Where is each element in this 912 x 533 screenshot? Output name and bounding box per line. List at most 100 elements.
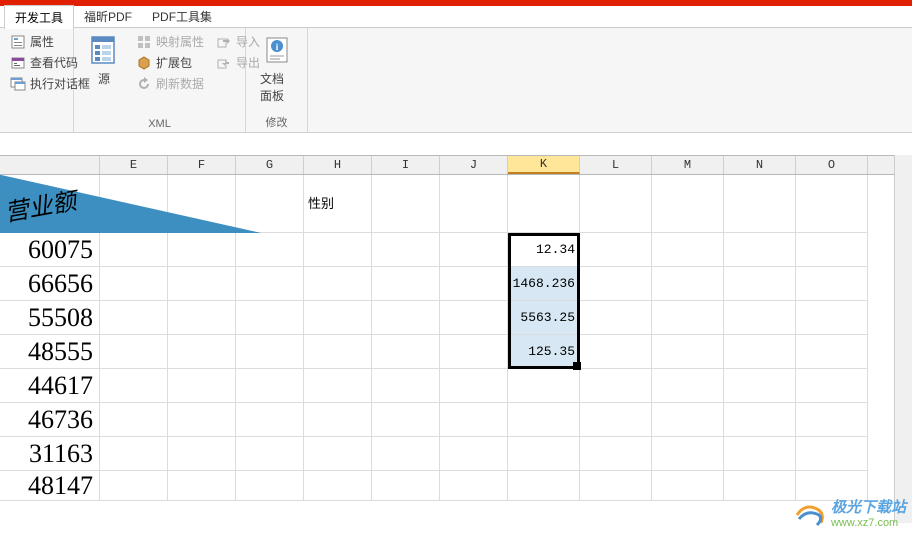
cell[interactable] <box>168 233 236 267</box>
col-hdr-l[interactable]: L <box>580 156 652 174</box>
grid[interactable]: 营业额 性别 60075 12.34 <box>0 175 912 523</box>
cell[interactable] <box>796 301 868 335</box>
cell[interactable] <box>100 437 168 471</box>
cell[interactable] <box>796 369 868 403</box>
k-cell[interactable]: 5563.25 <box>508 301 580 335</box>
cell[interactable] <box>580 437 652 471</box>
cell[interactable] <box>508 471 580 501</box>
d-cell[interactable]: 60075 <box>0 233 100 267</box>
k-cell[interactable]: 12.34 <box>508 233 580 267</box>
cell[interactable] <box>304 437 372 471</box>
cell[interactable] <box>236 301 304 335</box>
col-hdr-o[interactable]: O <box>796 156 868 174</box>
cell[interactable] <box>796 437 868 471</box>
cell[interactable] <box>372 369 440 403</box>
cell[interactable] <box>236 369 304 403</box>
cell[interactable] <box>440 471 508 501</box>
cell[interactable] <box>440 369 508 403</box>
cell[interactable] <box>372 437 440 471</box>
gender-cell[interactable]: 性别 <box>304 175 372 233</box>
cell[interactable] <box>100 403 168 437</box>
cell[interactable] <box>304 233 372 267</box>
d-cell[interactable]: 55508 <box>0 301 100 335</box>
map-properties-button[interactable]: 映射属性 <box>132 32 208 51</box>
cell[interactable] <box>304 369 372 403</box>
extension-button[interactable]: 扩展包 <box>132 53 208 72</box>
cell[interactable] <box>236 471 304 501</box>
cell[interactable] <box>508 369 580 403</box>
cell[interactable] <box>100 233 168 267</box>
col-hdr-i[interactable]: I <box>372 156 440 174</box>
k-cell[interactable]: 125.35 <box>508 335 580 369</box>
cell[interactable] <box>440 437 508 471</box>
cell[interactable] <box>168 335 236 369</box>
cell[interactable] <box>652 175 724 233</box>
cell[interactable] <box>440 175 508 233</box>
cell[interactable] <box>100 267 168 301</box>
cell[interactable] <box>440 403 508 437</box>
cell[interactable] <box>796 403 868 437</box>
cell[interactable] <box>168 437 236 471</box>
cell[interactable] <box>508 175 580 233</box>
cell[interactable] <box>724 369 796 403</box>
cell[interactable] <box>440 267 508 301</box>
cell[interactable] <box>236 437 304 471</box>
cell[interactable] <box>372 471 440 501</box>
cell[interactable] <box>440 301 508 335</box>
cell[interactable] <box>580 403 652 437</box>
cell[interactable] <box>796 335 868 369</box>
d-cell[interactable]: 46736 <box>0 403 100 437</box>
cell[interactable] <box>796 267 868 301</box>
cell[interactable] <box>652 233 724 267</box>
tab-dev-tools[interactable]: 开发工具 <box>4 5 74 29</box>
cell[interactable] <box>724 175 796 233</box>
cell[interactable] <box>508 437 580 471</box>
cell[interactable] <box>304 471 372 501</box>
col-hdr-n[interactable]: N <box>724 156 796 174</box>
diag-header-cell[interactable]: 营业额 <box>0 175 100 233</box>
cell[interactable] <box>372 403 440 437</box>
cell[interactable] <box>508 403 580 437</box>
cell[interactable] <box>580 233 652 267</box>
doc-panel-button[interactable]: i 文档面板 <box>252 32 301 112</box>
cell[interactable] <box>796 471 868 501</box>
cell[interactable] <box>304 335 372 369</box>
cell[interactable] <box>580 335 652 369</box>
cell[interactable] <box>724 437 796 471</box>
refresh-data-button[interactable]: 刷新数据 <box>132 74 208 93</box>
cell[interactable] <box>724 233 796 267</box>
cell[interactable] <box>580 175 652 233</box>
cell[interactable] <box>372 233 440 267</box>
cell[interactable] <box>652 403 724 437</box>
col-hdr-e[interactable]: E <box>100 156 168 174</box>
tab-foxit-pdf[interactable]: 福昕PDF <box>74 5 142 28</box>
cell[interactable] <box>796 175 868 233</box>
cell[interactable] <box>168 369 236 403</box>
cell[interactable] <box>440 233 508 267</box>
d-cell[interactable]: 48147 <box>0 471 100 501</box>
col-hdr-j[interactable]: J <box>440 156 508 174</box>
cell[interactable] <box>168 471 236 501</box>
k-cell[interactable]: 1468.236 <box>508 267 580 301</box>
cell[interactable] <box>652 437 724 471</box>
cell[interactable] <box>168 403 236 437</box>
cell[interactable] <box>100 471 168 501</box>
d-cell[interactable]: 66656 <box>0 267 100 301</box>
cell[interactable] <box>168 301 236 335</box>
cell[interactable] <box>304 403 372 437</box>
xml-source-button[interactable]: 源 <box>80 32 128 116</box>
cell[interactable] <box>372 301 440 335</box>
cell[interactable] <box>652 471 724 501</box>
cell[interactable] <box>236 267 304 301</box>
tab-pdf-toolset[interactable]: PDF工具集 <box>142 5 222 28</box>
cell[interactable] <box>580 369 652 403</box>
cell[interactable] <box>652 369 724 403</box>
cell[interactable] <box>652 335 724 369</box>
cell[interactable] <box>580 267 652 301</box>
cell[interactable] <box>372 175 440 233</box>
cell[interactable] <box>796 233 868 267</box>
col-hdr-f[interactable]: F <box>168 156 236 174</box>
cell[interactable] <box>724 335 796 369</box>
cell[interactable] <box>236 335 304 369</box>
d-cell[interactable]: 48555 <box>0 335 100 369</box>
